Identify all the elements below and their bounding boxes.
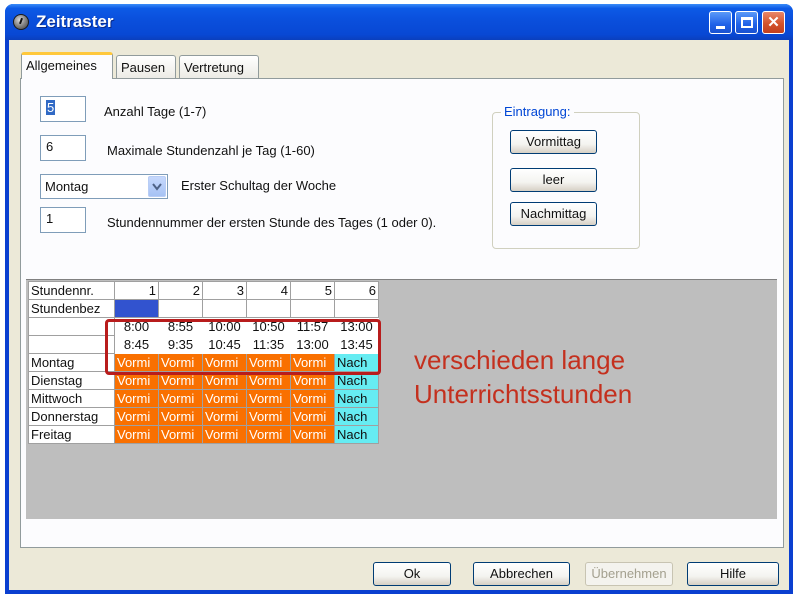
help-button[interactable]: Hilfe <box>687 562 779 586</box>
tab-panel-allgemeines: 5 Anzahl Tage (1-7) 6 Maximale Stundenza… <box>20 78 784 548</box>
slot-cell[interactable]: Vormi <box>202 389 247 408</box>
period-label-cell-3[interactable] <box>202 299 247 318</box>
entry-groupbox-title: Eintragung: <box>501 104 574 119</box>
annotation-line-2: Unterrichtsstunden <box>414 379 633 409</box>
slot-cell[interactable]: Vormi <box>290 407 335 426</box>
close-icon: ✕ <box>767 14 780 31</box>
slot-cell[interactable]: Vormi <box>290 389 335 408</box>
slot-cell[interactable]: Vormi <box>202 425 247 444</box>
first-day-label: Erster Schultag der Woche <box>181 178 337 193</box>
period-label-cell-1[interactable] <box>114 299 159 318</box>
start-row-label <box>28 317 115 336</box>
minimize-icon <box>716 26 725 29</box>
clock-app-icon <box>13 14 29 30</box>
period-number-2[interactable]: 2 <box>158 281 203 300</box>
slot-cell[interactable]: Nach <box>334 389 379 408</box>
first-day-select[interactable]: Montag <box>40 174 168 199</box>
tab-vertretung[interactable]: Vertretung <box>179 55 259 78</box>
annotation-text: verschieden lange Unterrichtsstunden <box>414 343 714 411</box>
maximize-icon <box>740 17 753 28</box>
close-button[interactable]: ✕ <box>762 11 785 34</box>
slot-cell[interactable]: Nach <box>334 425 379 444</box>
period-number-5[interactable]: 5 <box>290 281 335 300</box>
period-label-cell-4[interactable] <box>246 299 291 318</box>
slot-cell[interactable]: Vormi <box>246 425 291 444</box>
days-input-value: 5 <box>46 100 56 115</box>
afternoon-button[interactable]: Nachmittag <box>510 202 597 226</box>
window-title: Zeitraster <box>36 12 114 31</box>
morning-button[interactable]: Vormittag <box>510 130 597 154</box>
first-day-value: Montag <box>45 179 89 194</box>
table-row: Donnerstag Vormi Vormi Vormi Vormi Vormi Nach <box>28 407 379 426</box>
first-lesson-label: Stundennummer der ersten Stunde des Tage… <box>107 215 437 230</box>
timetable-label-row: Stundenbez <box>28 299 379 318</box>
days-label: Anzahl Tage (1-7) <box>104 104 207 119</box>
chevron-down-icon[interactable] <box>148 176 166 197</box>
annotation-line-1: verschieden lange <box>414 345 626 375</box>
day-label-mittwoch: Mittwoch <box>28 389 115 408</box>
slot-cell[interactable]: Vormi <box>114 425 159 444</box>
day-label-freitag: Freitag <box>28 425 115 444</box>
max-lessons-value: 6 <box>46 139 54 154</box>
ok-button[interactable]: Ok <box>373 562 451 586</box>
slot-cell[interactable]: Vormi <box>158 407 203 426</box>
slot-cell[interactable]: Vormi <box>290 425 335 444</box>
slot-cell[interactable]: Vormi <box>246 407 291 426</box>
table-row: Freitag Vormi Vormi Vormi Vormi Vormi Nach <box>28 425 379 444</box>
max-lessons-input[interactable]: 6 <box>40 135 86 161</box>
slot-cell[interactable]: Vormi <box>114 407 159 426</box>
minimize-button[interactable] <box>709 11 732 34</box>
tab-pausen[interactable]: Pausen <box>116 55 176 78</box>
first-lesson-input[interactable]: 1 <box>40 207 86 233</box>
slot-cell[interactable]: Nach <box>334 407 379 426</box>
dialog-window: Zeitraster ✕ Allgemeines Pausen Vertretu… <box>5 4 793 594</box>
day-label-donnerstag: Donnerstag <box>28 407 115 426</box>
timetable-header-row: Stundennr. 1 2 3 4 5 6 <box>28 281 379 300</box>
period-number-3[interactable]: 3 <box>202 281 247 300</box>
annotation-highlight-box <box>105 319 381 375</box>
slot-cell[interactable]: Vormi <box>202 407 247 426</box>
tab-allgemeines[interactable]: Allgemeines <box>21 52 113 79</box>
maximize-button[interactable] <box>735 11 758 34</box>
cancel-button[interactable]: Abbrechen <box>473 562 570 586</box>
apply-button[interactable]: Übernehmen <box>585 562 673 586</box>
period-label-cell-6[interactable] <box>334 299 379 318</box>
period-number-1[interactable]: 1 <box>114 281 159 300</box>
day-label-montag: Montag <box>28 353 115 372</box>
table-row: Mittwoch Vormi Vormi Vormi Vormi Vormi Nach <box>28 389 379 408</box>
slot-cell[interactable]: Vormi <box>114 389 159 408</box>
slot-cell[interactable]: Vormi <box>158 389 203 408</box>
empty-button[interactable]: leer <box>510 168 597 192</box>
timetable-header-label: Stundennr. <box>28 281 115 300</box>
slot-cell[interactable]: Vormi <box>158 425 203 444</box>
end-row-label <box>28 335 115 354</box>
timetable-label-row-title: Stundenbez <box>28 299 115 318</box>
day-label-dienstag: Dienstag <box>28 371 115 390</box>
days-input[interactable]: 5 <box>40 96 86 122</box>
dialog-client-area: Allgemeines Pausen Vertretung 5 Anzahl T… <box>9 40 789 590</box>
period-label-cell-5[interactable] <box>290 299 335 318</box>
first-lesson-value: 1 <box>46 211 54 226</box>
title-bar[interactable]: Zeitraster ✕ <box>5 4 793 40</box>
period-label-cell-2[interactable] <box>158 299 203 318</box>
period-number-6[interactable]: 6 <box>334 281 379 300</box>
period-number-4[interactable]: 4 <box>246 281 291 300</box>
max-lessons-label: Maximale Stundenzahl je Tag (1-60) <box>107 143 315 158</box>
slot-cell[interactable]: Vormi <box>246 389 291 408</box>
